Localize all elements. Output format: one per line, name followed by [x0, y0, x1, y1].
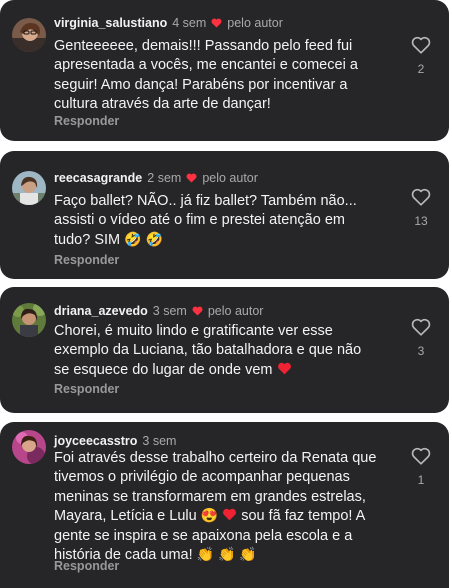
comment-time: 2 sem [147, 171, 182, 185]
comment-line: apresentada a vocês, me encantei e comec… [54, 57, 358, 74]
username[interactable]: joyceecasstro [54, 434, 137, 448]
like-count: 3 [417, 344, 425, 358]
comment-line: Mayara, Letícia e Lulu 😍 sou fã faz temp… [54, 507, 404, 526]
clapping-emoji: 👏 👏 👏 [196, 546, 257, 563]
comment-card: driana_azevedo 3 sem pelo autor Chorei, … [0, 287, 449, 413]
like-button[interactable]: 3 [409, 318, 433, 358]
comment-header: joyceecasstro 3 sem [54, 434, 176, 448]
comment-line: exemplo da Luciana, tão batalhadora e qu… [54, 342, 362, 359]
heart-outline-icon[interactable] [411, 318, 431, 336]
comment-line-text: se esquece do lugar de onde vem [54, 361, 273, 378]
comment-header: virginia_salustiano 4 sem pelo autor [54, 16, 283, 30]
heart-eyes-emoji: 😍 [200, 507, 219, 524]
comment-line-text: tudo? SIM [54, 231, 121, 248]
comment-time: 4 sem [172, 16, 207, 30]
like-button[interactable]: 13 [409, 188, 433, 228]
comment-line: Faço ballet? NÃO.. já fiz ballet? Também… [54, 193, 357, 209]
reply-button[interactable]: Responder [54, 559, 119, 573]
comment-line-text: sou fã faz tempo! A [241, 508, 366, 525]
avatar[interactable] [12, 171, 46, 205]
reply-button[interactable]: Responder [54, 253, 119, 267]
rofl-emoji: 🤣 🤣 [124, 230, 163, 247]
comment-text: Chorei, é muito lindo e gratificante ver… [54, 322, 384, 380]
comment-line: Chorei, é muito lindo e gratificante ver… [54, 323, 333, 339]
comment-line: tivemos o privilégio de acompanhar peque… [54, 469, 350, 486]
heart-emoji [277, 362, 291, 375]
like-count: 2 [417, 62, 425, 76]
comment-line-text: Mayara, Letícia e Lulu [54, 508, 197, 525]
author-heart-icon [211, 18, 222, 28]
username[interactable]: driana_azevedo [54, 304, 148, 318]
comment-line: assisti o vídeo até o fim e prestei aten… [54, 212, 345, 229]
username[interactable]: reecasagrande [54, 171, 142, 185]
comment-card: reecasagrande 2 sem pelo autor Faço ball… [0, 151, 449, 279]
comment-line: Foi através desse trabalho certeiro da R… [54, 450, 377, 466]
heart-outline-icon[interactable] [411, 447, 431, 465]
comment-header: driana_azevedo 3 sem pelo autor [54, 304, 263, 318]
comment-line: se esquece do lugar de onde vem [54, 361, 384, 380]
comment-card: virginia_salustiano 4 sem pelo autor Gen… [0, 0, 449, 141]
comment-text: Genteeeeee, demais!!! Passando pelo feed… [54, 37, 384, 115]
author-heart-icon [186, 173, 197, 183]
like-count: 1 [417, 473, 425, 487]
avatar[interactable] [12, 430, 46, 464]
comment-line: gente se inspira e se apaixona pela esco… [54, 527, 353, 544]
comment-line: Genteeeeee, demais!!! Passando pelo feed… [54, 38, 353, 54]
comment-line: cultura através da arte de dançar! [54, 96, 271, 113]
username[interactable]: virginia_salustiano [54, 16, 167, 30]
reply-button[interactable]: Responder [54, 382, 119, 396]
comment-time: 3 sem [152, 304, 187, 318]
comment-time: 3 sem [142, 434, 177, 448]
comment-text: Faço ballet? NÃO.. já fiz ballet? Também… [54, 192, 384, 250]
like-button[interactable]: 2 [409, 36, 433, 76]
author-like-label: pelo autor [227, 16, 283, 30]
author-like-label: pelo autor [207, 304, 264, 318]
comment-header: reecasagrande 2 sem pelo autor [54, 171, 258, 185]
avatar[interactable] [12, 303, 46, 337]
comment-line: tudo? SIM 🤣 🤣 [54, 231, 384, 250]
comment-text: Foi através desse trabalho certeiro da R… [54, 449, 404, 565]
like-button[interactable]: 1 [409, 447, 433, 487]
heart-outline-icon[interactable] [411, 188, 431, 206]
heart-outline-icon[interactable] [411, 36, 431, 54]
avatar[interactable] [12, 18, 46, 52]
comment-card: joyceecasstro 3 sem Foi através desse tr… [0, 422, 449, 588]
comment-line: meninas se transformarem em grandes estr… [54, 488, 366, 505]
like-count: 13 [414, 214, 428, 228]
reply-button[interactable]: Responder [54, 114, 119, 128]
author-like-label: pelo autor [202, 171, 258, 185]
heart-emoji [223, 509, 237, 521]
comment-line: seguir! Amo dança! Parabéns por incentiv… [54, 76, 348, 93]
author-heart-icon [192, 306, 203, 316]
